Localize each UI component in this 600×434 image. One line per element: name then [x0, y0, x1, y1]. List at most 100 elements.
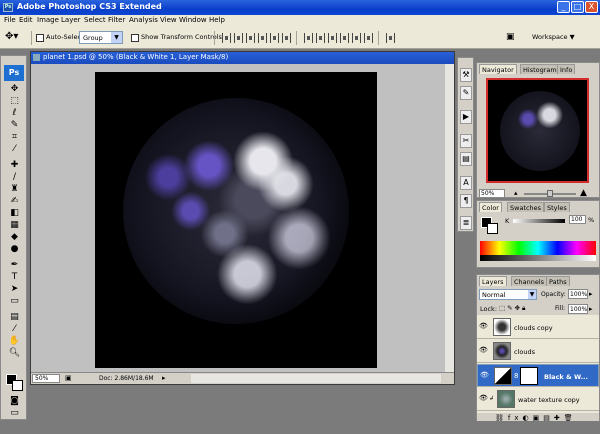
auto-select-checkbox[interactable]	[36, 34, 44, 42]
blend-mode-dropdown[interactable]: Normal ▼	[479, 289, 537, 300]
minimize-button[interactable]: _	[557, 1, 570, 13]
stamp-tool-icon[interactable]: ♜	[8, 184, 21, 195]
zoom-tool-icon[interactable]: 🔍︎	[8, 348, 21, 359]
align-right-icon[interactable]	[282, 33, 291, 43]
fill-field[interactable]: 100%	[568, 304, 588, 314]
healing-tool-icon[interactable]: ✚	[8, 160, 21, 171]
opacity-arrow-icon[interactable]: ▸	[589, 290, 593, 298]
color-ramp[interactable]	[480, 241, 596, 255]
menu-file[interactable]: File	[4, 16, 16, 24]
hand-tool-icon[interactable]: ✋	[8, 336, 21, 347]
zoom-field[interactable]: 50%	[32, 374, 60, 383]
menu-window[interactable]: Window	[179, 16, 207, 24]
status-menu-icon[interactable]: ▸	[162, 374, 166, 382]
crop-tool-icon[interactable]: ⌗	[8, 132, 21, 143]
marquee-tool-icon[interactable]: ⬚	[8, 96, 21, 107]
distribute-top-icon[interactable]	[304, 33, 313, 43]
k-value-field[interactable]: 100	[569, 215, 586, 224]
eye-icon[interactable]: 👁︎	[479, 394, 488, 402]
align-hcenter-icon[interactable]	[270, 33, 279, 43]
pen-tool-icon[interactable]: ✒	[8, 260, 21, 271]
screen-mode-icon[interactable]: ▭	[8, 408, 21, 419]
menu-analysis[interactable]: Analysis	[129, 16, 158, 24]
gradient-tool-icon[interactable]: ▦	[8, 220, 21, 231]
quick-select-tool-icon[interactable]: ✎	[8, 120, 21, 131]
eye-icon[interactable]: 👁︎	[479, 322, 488, 330]
layer-row-selected[interactable]: 👁︎ 8 Black & W...	[477, 364, 599, 387]
status-info-icon[interactable]: ▣	[65, 374, 72, 382]
zoom-in-icon[interactable]: ▲	[580, 188, 587, 198]
zoom-slider-thumb[interactable]	[547, 190, 553, 197]
navigator-preview[interactable]	[486, 78, 589, 183]
k-slider[interactable]	[513, 219, 565, 223]
eraser-tool-icon[interactable]: ◧	[8, 208, 21, 219]
lasso-tool-icon[interactable]: ℓ	[8, 108, 21, 119]
eyedropper-tool-icon[interactable]: ⁄	[8, 144, 21, 155]
document-titlebar[interactable]: planet 1.psd @ 50% (Black & White 1, Lay…	[31, 52, 454, 64]
distribute-bottom-icon[interactable]	[328, 33, 337, 43]
auto-select-dropdown[interactable]: Group ▼	[79, 31, 123, 44]
canvas[interactable]	[95, 72, 377, 368]
dodge-tool-icon[interactable]: ●	[8, 244, 21, 255]
tab-info[interactable]: Info	[557, 64, 576, 74]
navigator-zoom-field[interactable]: 50%	[479, 189, 505, 198]
close-button[interactable]: X	[585, 1, 598, 13]
fill-arrow-icon[interactable]: ▸	[589, 305, 593, 313]
layer-row[interactable]: 👁︎ ↲ water texture copy	[477, 388, 599, 411]
auto-align-icon[interactable]	[386, 33, 395, 43]
eye-icon[interactable]: 👁︎	[479, 346, 488, 354]
lock-icons[interactable]: ⬚✎✥🔒︎	[499, 304, 528, 313]
color-background-swatch[interactable]	[487, 223, 498, 234]
grayscale-ramp[interactable]	[480, 255, 596, 261]
distribute-left-icon[interactable]	[340, 33, 349, 43]
layer-mask-thumbnail[interactable]	[520, 367, 538, 385]
menu-filter[interactable]: Filter	[108, 16, 125, 24]
menu-select[interactable]: Select	[84, 16, 106, 24]
background-color-swatch[interactable]	[12, 380, 23, 391]
eyedropper-sample-icon[interactable]: ⁄	[8, 324, 21, 335]
menu-image[interactable]: Image	[37, 16, 59, 24]
tool-presets-icon[interactable]: ⚒	[460, 68, 472, 82]
brush-tool-icon[interactable]: ∕	[8, 172, 21, 183]
brushes-icon[interactable]: ✎	[460, 86, 472, 100]
character-icon[interactable]: A	[460, 176, 472, 190]
align-bottom-icon[interactable]	[246, 33, 255, 43]
workspace-button[interactable]: Workspace ▼	[532, 33, 575, 41]
notes-tool-icon[interactable]: ▤	[8, 312, 21, 323]
type-tool-icon[interactable]: T	[8, 272, 21, 283]
clone-source-icon[interactable]: ✂	[460, 134, 472, 148]
align-vcenter-icon[interactable]	[234, 33, 243, 43]
tab-histogram[interactable]: Histogram	[520, 64, 560, 74]
menu-view[interactable]: View	[160, 16, 177, 24]
eye-icon[interactable]: 👁︎	[480, 371, 489, 379]
move-tool-icon[interactable]: ✥▾	[5, 31, 27, 45]
tab-swatches[interactable]: Swatches	[507, 202, 545, 212]
zoom-out-icon[interactable]: ▴	[514, 189, 518, 197]
layer-row[interactable]: 👁︎ clouds	[477, 340, 599, 363]
maximize-button[interactable]: □	[571, 1, 584, 13]
paragraph-icon[interactable]: ¶	[460, 194, 472, 208]
history-icon[interactable]: ≣	[460, 216, 472, 230]
tab-layers[interactable]: Layers	[479, 276, 507, 286]
distribute-right-icon[interactable]	[364, 33, 373, 43]
distribute-hcenter-icon[interactable]	[352, 33, 361, 43]
tab-paths[interactable]: Paths	[546, 276, 570, 286]
menu-layer[interactable]: Layer	[61, 16, 81, 24]
align-left-icon[interactable]	[258, 33, 267, 43]
distribute-vcenter-icon[interactable]	[316, 33, 325, 43]
tab-navigator[interactable]: Navigator	[479, 64, 517, 74]
menu-help[interactable]: Help	[209, 16, 225, 24]
tab-color[interactable]: Color	[479, 202, 502, 212]
bridge-icon[interactable]: ▣	[506, 32, 522, 44]
layer-comps-icon[interactable]: ▤	[460, 152, 472, 166]
actions-icon[interactable]: ▶	[460, 110, 472, 124]
tab-styles[interactable]: Styles	[544, 202, 570, 212]
shape-tool-icon[interactable]: ▭	[8, 296, 21, 307]
opacity-field[interactable]: 100%	[568, 289, 588, 299]
tab-channels[interactable]: Channels	[511, 276, 548, 286]
layer-row[interactable]: 👁︎ clouds copy	[477, 316, 599, 339]
menu-edit[interactable]: Edit	[19, 16, 33, 24]
show-transform-checkbox[interactable]	[131, 34, 139, 42]
horizontal-scrollbar[interactable]	[191, 374, 441, 383]
move-tool-icon[interactable]: ✥	[8, 84, 21, 95]
